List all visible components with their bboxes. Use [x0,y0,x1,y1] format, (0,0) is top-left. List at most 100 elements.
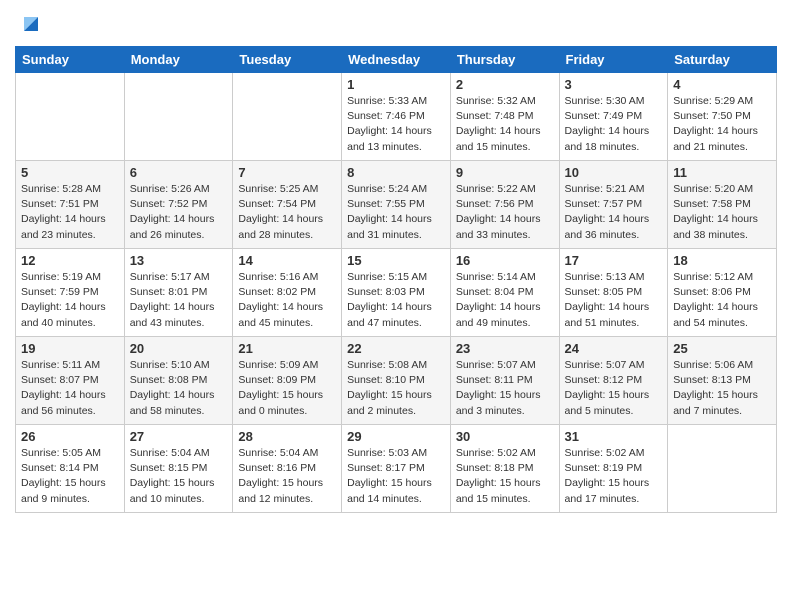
day-info: Sunrise: 5:12 AM Sunset: 8:06 PM Dayligh… [673,270,771,331]
weekday-header-saturday: Saturday [668,47,777,73]
calendar-week-row: 19 Sunrise: 5:11 AM Sunset: 8:07 PM Dayli… [16,337,777,425]
day-info: Sunrise: 5:26 AM Sunset: 7:52 PM Dayligh… [130,182,228,243]
day-number: 10 [565,165,663,180]
day-number: 28 [238,429,336,444]
calendar-header-row: SundayMondayTuesdayWednesdayThursdayFrid… [16,47,777,73]
day-number: 4 [673,77,771,92]
day-number: 1 [347,77,445,92]
day-number: 25 [673,341,771,356]
weekday-header-tuesday: Tuesday [233,47,342,73]
day-info: Sunrise: 5:24 AM Sunset: 7:55 PM Dayligh… [347,182,445,243]
day-number: 16 [456,253,554,268]
weekday-header-thursday: Thursday [450,47,559,73]
calendar-cell: 30 Sunrise: 5:02 AM Sunset: 8:18 PM Dayli… [450,425,559,513]
weekday-header-friday: Friday [559,47,668,73]
weekday-header-sunday: Sunday [16,47,125,73]
day-number: 12 [21,253,119,268]
calendar-table: SundayMondayTuesdayWednesdayThursdayFrid… [15,46,777,513]
calendar-cell: 17 Sunrise: 5:13 AM Sunset: 8:05 PM Dayli… [559,249,668,337]
calendar-cell: 29Sunrise: 5:03 AM Sunset: 8:17 PM Dayli… [342,425,451,513]
day-info: Sunrise: 5:04 AM Sunset: 8:16 PM Dayligh… [238,446,336,507]
day-info: Sunrise: 5:33 AM Sunset: 7:46 PM Dayligh… [347,94,445,155]
day-info: Sunrise: 5:17 AM Sunset: 8:01 PM Dayligh… [130,270,228,331]
day-info: Sunrise: 5:07 AM Sunset: 8:11 PM Dayligh… [456,358,554,419]
day-info: Sunrise: 5:05 AM Sunset: 8:14 PM Dayligh… [21,446,119,507]
day-number: 13 [130,253,228,268]
calendar-week-row: 26 Sunrise: 5:05 AM Sunset: 8:14 PM Dayli… [16,425,777,513]
day-info: Sunrise: 5:21 AM Sunset: 7:57 PM Dayligh… [565,182,663,243]
day-info: Sunrise: 5:08 AM Sunset: 8:10 PM Dayligh… [347,358,445,419]
day-info: Sunrise: 5:30 AM Sunset: 7:49 PM Dayligh… [565,94,663,155]
day-number: 17 [565,253,663,268]
calendar-cell [668,425,777,513]
calendar-cell: 2Sunrise: 5:32 AM Sunset: 7:48 PM Daylig… [450,73,559,161]
calendar-cell: 19 Sunrise: 5:11 AM Sunset: 8:07 PM Dayli… [16,337,125,425]
day-info: Sunrise: 5:04 AM Sunset: 8:15 PM Dayligh… [130,446,228,507]
calendar-cell: 16 Sunrise: 5:14 AM Sunset: 8:04 PM Dayli… [450,249,559,337]
day-number: 21 [238,341,336,356]
calendar-cell: 14 Sunrise: 5:16 AM Sunset: 8:02 PM Dayli… [233,249,342,337]
day-number: 2 [456,77,554,92]
day-info: Sunrise: 5:19 AM Sunset: 7:59 PM Dayligh… [21,270,119,331]
day-info: Sunrise: 5:11 AM Sunset: 8:07 PM Dayligh… [21,358,119,419]
day-info: Sunrise: 5:29 AM Sunset: 7:50 PM Dayligh… [673,94,771,155]
day-number: 29 [347,429,445,444]
calendar-week-row: 1 Sunrise: 5:33 AM Sunset: 7:46 PM Daylig… [16,73,777,161]
page-header [15,10,777,38]
day-info: Sunrise: 5:25 AM Sunset: 7:54 PM Dayligh… [238,182,336,243]
calendar-cell: 6 Sunrise: 5:26 AM Sunset: 7:52 PM Daylig… [124,161,233,249]
day-info: Sunrise: 5:02 AM Sunset: 8:19 PM Dayligh… [565,446,663,507]
calendar-cell [124,73,233,161]
day-number: 11 [673,165,771,180]
day-info: Sunrise: 5:06 AM Sunset: 8:13 PM Dayligh… [673,358,771,419]
day-number: 31 [565,429,663,444]
day-number: 6 [130,165,228,180]
calendar-cell: 21Sunrise: 5:09 AM Sunset: 8:09 PM Dayli… [233,337,342,425]
day-number: 8 [347,165,445,180]
day-info: Sunrise: 5:22 AM Sunset: 7:56 PM Dayligh… [456,182,554,243]
calendar-cell: 3Sunrise: 5:30 AM Sunset: 7:49 PM Daylig… [559,73,668,161]
calendar-cell: 24 Sunrise: 5:07 AM Sunset: 8:12 PM Dayli… [559,337,668,425]
day-info: Sunrise: 5:16 AM Sunset: 8:02 PM Dayligh… [238,270,336,331]
day-number: 22 [347,341,445,356]
logo [15,10,45,38]
logo-icon [17,10,45,38]
day-number: 23 [456,341,554,356]
calendar-cell [16,73,125,161]
calendar-cell: 27 Sunrise: 5:04 AM Sunset: 8:15 PM Dayli… [124,425,233,513]
day-info: Sunrise: 5:28 AM Sunset: 7:51 PM Dayligh… [21,182,119,243]
day-info: Sunrise: 5:13 AM Sunset: 8:05 PM Dayligh… [565,270,663,331]
calendar-cell: 10 Sunrise: 5:21 AM Sunset: 7:57 PM Dayli… [559,161,668,249]
day-info: Sunrise: 5:20 AM Sunset: 7:58 PM Dayligh… [673,182,771,243]
day-info: Sunrise: 5:14 AM Sunset: 8:04 PM Dayligh… [456,270,554,331]
calendar-cell: 11 Sunrise: 5:20 AM Sunset: 7:58 PM Dayli… [668,161,777,249]
day-number: 19 [21,341,119,356]
calendar-cell: 23 Sunrise: 5:07 AM Sunset: 8:11 PM Dayli… [450,337,559,425]
calendar-cell: 5 Sunrise: 5:28 AM Sunset: 7:51 PM Daylig… [16,161,125,249]
calendar-cell: 4 Sunrise: 5:29 AM Sunset: 7:50 PM Daylig… [668,73,777,161]
day-number: 20 [130,341,228,356]
calendar-cell: 25 Sunrise: 5:06 AM Sunset: 8:13 PM Dayli… [668,337,777,425]
day-number: 5 [21,165,119,180]
day-number: 26 [21,429,119,444]
calendar-cell: 9 Sunrise: 5:22 AM Sunset: 7:56 PM Daylig… [450,161,559,249]
calendar-cell: 7Sunrise: 5:25 AM Sunset: 7:54 PM Daylig… [233,161,342,249]
calendar-cell: 26 Sunrise: 5:05 AM Sunset: 8:14 PM Dayli… [16,425,125,513]
day-number: 30 [456,429,554,444]
weekday-header-monday: Monday [124,47,233,73]
day-number: 14 [238,253,336,268]
day-number: 27 [130,429,228,444]
day-info: Sunrise: 5:07 AM Sunset: 8:12 PM Dayligh… [565,358,663,419]
day-info: Sunrise: 5:15 AM Sunset: 8:03 PM Dayligh… [347,270,445,331]
calendar-cell: 22 Sunrise: 5:08 AM Sunset: 8:10 PM Dayli… [342,337,451,425]
day-info: Sunrise: 5:02 AM Sunset: 8:18 PM Dayligh… [456,446,554,507]
calendar-cell: 18Sunrise: 5:12 AM Sunset: 8:06 PM Dayli… [668,249,777,337]
day-info: Sunrise: 5:10 AM Sunset: 8:08 PM Dayligh… [130,358,228,419]
day-number: 9 [456,165,554,180]
calendar-cell [233,73,342,161]
calendar-week-row: 12 Sunrise: 5:19 AM Sunset: 7:59 PM Dayli… [16,249,777,337]
day-number: 24 [565,341,663,356]
calendar-cell: 13 Sunrise: 5:17 AM Sunset: 8:01 PM Dayli… [124,249,233,337]
calendar-week-row: 5 Sunrise: 5:28 AM Sunset: 7:51 PM Daylig… [16,161,777,249]
weekday-header-wednesday: Wednesday [342,47,451,73]
